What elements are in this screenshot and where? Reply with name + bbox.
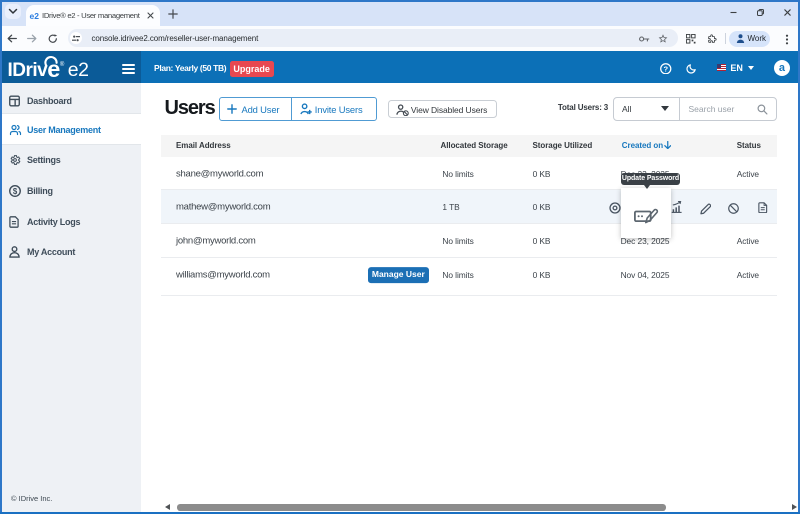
svg-text:?: ? (663, 64, 668, 73)
svg-text:$: $ (13, 187, 18, 196)
